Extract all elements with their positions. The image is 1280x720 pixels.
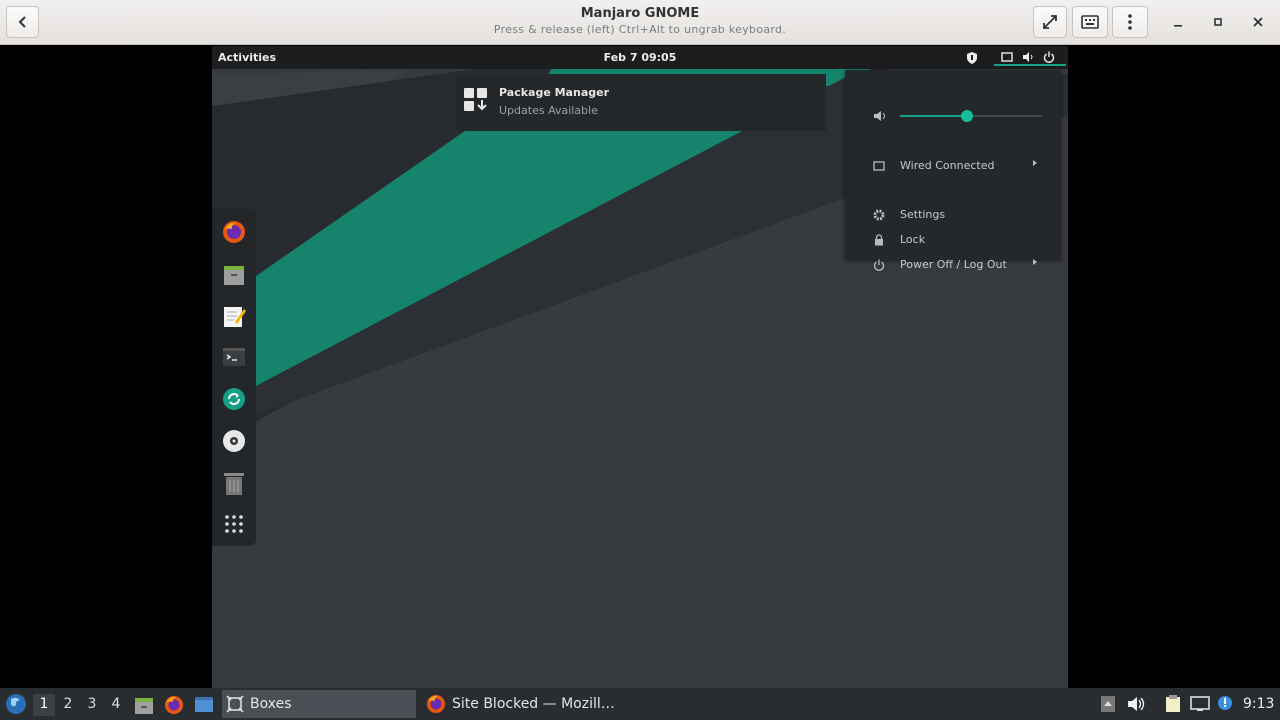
- wired-connected-label: Wired Connected: [900, 159, 995, 172]
- task-boxes-label: Boxes: [250, 696, 292, 712]
- power-off-item[interactable]: Power Off / Log Out: [845, 255, 1061, 275]
- show-apps-icon[interactable]: [221, 511, 247, 537]
- tray-updates[interactable]: [1214, 693, 1236, 713]
- clock[interactable]: Feb 7 09:05: [212, 51, 1068, 64]
- volume-slider-knob[interactable]: [960, 110, 973, 122]
- system-menu: Wired Connected Settings Lock Power Off …: [845, 70, 1061, 271]
- firefox-launcher[interactable]: [163, 694, 185, 716]
- start-menu-button[interactable]: [4, 692, 28, 716]
- network-icon: [1001, 52, 1013, 62]
- tray-up-icon: [1101, 696, 1115, 712]
- keyboard-button[interactable]: [1072, 6, 1108, 38]
- submenu-arrow-icon: [1033, 259, 1037, 265]
- fullscreen-button[interactable]: [1033, 6, 1067, 38]
- desktop-launcher[interactable]: [193, 694, 215, 716]
- maximize-button[interactable]: [1208, 12, 1228, 32]
- kebab-menu-icon: [1128, 14, 1132, 30]
- power-icon: [1043, 51, 1055, 63]
- taskbar-clock[interactable]: 9:13: [1243, 696, 1274, 712]
- submenu-arrow-icon: [1033, 160, 1037, 166]
- files-icon[interactable]: [221, 261, 247, 287]
- boxes-headerbar: Manjaro GNOME Press & release (left) Ctr…: [0, 0, 1280, 45]
- folder-icon: [135, 698, 153, 714]
- menu-button[interactable]: [1112, 6, 1148, 38]
- clipboard-icon: [1166, 695, 1180, 712]
- wired-connected-item[interactable]: Wired Connected: [845, 156, 1061, 176]
- firefox-icon: [165, 696, 183, 714]
- fullscreen-icon: [1043, 15, 1057, 29]
- volume-slider[interactable]: [900, 110, 1042, 122]
- show-desktop-icon: [195, 697, 213, 712]
- system-tray[interactable]: [994, 49, 1066, 66]
- window-title: Manjaro GNOME: [580, 6, 700, 21]
- back-button[interactable]: [6, 6, 39, 38]
- maximize-icon: [1214, 18, 1222, 26]
- task-firefox[interactable]: Site Blocked — Mozill…: [422, 690, 622, 718]
- settings-label: Settings: [900, 208, 946, 221]
- lock-icon: [871, 232, 887, 248]
- lock-item[interactable]: Lock: [845, 230, 1061, 250]
- software-updater-icon[interactable]: [221, 386, 247, 412]
- workspace-3[interactable]: 3: [81, 694, 103, 716]
- dash-dock: [212, 209, 256, 546]
- keyboard-icon: [1081, 15, 1099, 29]
- close-icon: [1253, 17, 1263, 27]
- disc-icon[interactable]: [221, 428, 247, 454]
- network-icon: [1190, 696, 1210, 711]
- tray-clipboard[interactable]: [1162, 694, 1184, 714]
- workspace-4[interactable]: 4: [105, 694, 127, 716]
- tray-volume[interactable]: [1126, 694, 1148, 714]
- volume-icon: [1128, 697, 1145, 711]
- network-icon: [871, 158, 887, 174]
- tray-arrow-button[interactable]: [1099, 694, 1117, 714]
- window-subtitle: Press & release (left) Ctrl+Alt to ungra…: [493, 23, 787, 36]
- settings-item[interactable]: Settings: [845, 205, 1061, 225]
- tray-network[interactable]: [1189, 694, 1211, 714]
- power-off-label: Power Off / Log Out: [900, 258, 1007, 271]
- lock-label: Lock: [900, 233, 926, 246]
- back-arrow-icon: [18, 16, 26, 28]
- notification-title: Package Manager: [499, 86, 609, 99]
- terminal-icon[interactable]: [221, 344, 247, 370]
- task-firefox-label: Site Blocked — Mozill…: [452, 696, 615, 712]
- workspace-1[interactable]: 1: [33, 694, 55, 716]
- minimize-button[interactable]: [1168, 12, 1188, 32]
- info-icon: [1218, 696, 1232, 710]
- volume-icon: [874, 111, 885, 121]
- task-boxes[interactable]: Boxes: [222, 690, 416, 718]
- minimize-icon: [1174, 25, 1182, 27]
- firefox-icon[interactable]: [221, 219, 247, 245]
- firefox-icon: [427, 695, 445, 713]
- workspace-2[interactable]: 2: [57, 694, 79, 716]
- close-button[interactable]: [1248, 12, 1268, 32]
- boxes-icon: [226, 695, 244, 713]
- host-taskbar: 1 2 3 4 Boxes Site Blocked — Mozill… 9:1…: [0, 688, 1280, 720]
- vm-display[interactable]: Activities Feb 7 09:05 Package Manager U…: [212, 46, 1068, 689]
- gnome-top-bar: Activities Feb 7 09:05: [212, 46, 1068, 69]
- power-icon: [871, 257, 887, 273]
- package-manager-icon: [464, 88, 487, 111]
- notification-body: Updates Available: [499, 104, 598, 117]
- shield-icon[interactable]: [966, 52, 978, 64]
- gear-icon: [871, 207, 887, 223]
- notification-banner[interactable]: Package Manager Updates Available: [456, 74, 826, 131]
- text-editor-icon[interactable]: [221, 303, 247, 329]
- volume-slider-fill: [900, 115, 967, 117]
- trash-icon[interactable]: [221, 470, 247, 496]
- volume-icon: [1023, 52, 1033, 62]
- file-manager-launcher[interactable]: [133, 694, 155, 716]
- distro-logo-icon: [6, 694, 26, 714]
